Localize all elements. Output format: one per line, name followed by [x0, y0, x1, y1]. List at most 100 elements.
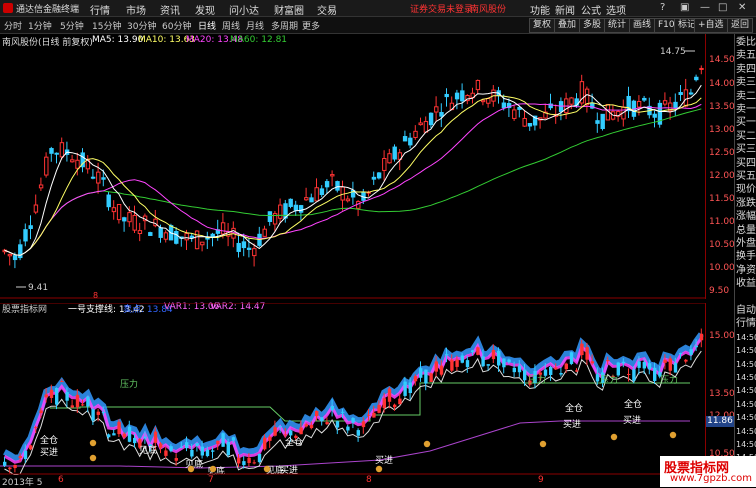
menu-market[interactable]: 市场	[126, 2, 146, 17]
indicator-candle-body	[642, 361, 646, 369]
indicator-candle-body	[450, 359, 454, 371]
period-tab-15min[interactable]: 15分钟	[92, 19, 121, 32]
candle-body	[673, 101, 678, 109]
money-bag-icon	[187, 465, 195, 473]
money-bag-icon	[423, 440, 431, 448]
full-position-label: 全仓	[285, 436, 303, 448]
indicator-candle-body	[689, 349, 693, 355]
candle-body	[132, 214, 137, 231]
indicator-candle-body	[476, 347, 480, 355]
money-bag-icon	[263, 465, 271, 473]
candle-body	[59, 142, 65, 158]
sidebar-label: 收益	[736, 278, 756, 290]
sidebar-label: 买二	[736, 130, 756, 142]
menu-options[interactable]: 选项	[606, 2, 626, 17]
indicator-candle-body	[263, 437, 267, 450]
candle-body	[688, 92, 694, 95]
y-tick: 9.50	[709, 286, 730, 296]
candle-body	[184, 233, 189, 241]
add-favorite-button[interactable]: +自选	[694, 18, 728, 33]
statistics-button[interactable]: 统计	[604, 18, 631, 33]
multi-stock-button[interactable]: 多股	[579, 18, 606, 33]
menu-market-quotes[interactable]: 行情	[90, 2, 110, 17]
candle-body	[636, 101, 642, 108]
sidebar-label: 自动	[736, 305, 756, 316]
indicator-candle-body	[679, 353, 683, 355]
watermark: 股票指标网 www.7gpzb.com	[660, 456, 756, 487]
indicator-candle-body	[55, 388, 59, 405]
period-tab-intraday[interactable]: 分时	[4, 19, 22, 32]
period-tab-5min[interactable]: 5分钟	[60, 19, 84, 32]
menu-functions[interactable]: 功能	[530, 2, 550, 17]
login-notice[interactable]: 证券交易未登录	[410, 2, 473, 15]
candle-body	[148, 232, 153, 236]
overlay-button[interactable]: 叠加	[554, 18, 581, 33]
indicator-candle-body	[143, 436, 147, 439]
menu-trade[interactable]: 交易	[317, 2, 337, 17]
indicator-candle-body	[564, 363, 568, 370]
indicator-candle-body	[117, 421, 121, 435]
indicator-candle-body	[216, 440, 220, 445]
indicator-candle-body	[627, 373, 631, 375]
candle-body	[642, 97, 647, 101]
candlestick-chart[interactable]: 14.75 9.41 8	[0, 34, 705, 299]
menu-formula[interactable]: 公式	[581, 2, 601, 17]
candle-body	[246, 247, 252, 250]
candle-body	[454, 92, 460, 100]
minimize-icon[interactable]: —	[700, 2, 710, 13]
indicator-candle-body	[127, 426, 132, 442]
period-tab-30min[interactable]: 30分钟	[127, 19, 156, 32]
help-icon[interactable]: ?	[660, 2, 665, 13]
draw-line-button[interactable]: 画线	[629, 18, 656, 33]
candle-body	[434, 106, 439, 113]
indicator-candle-body	[663, 359, 667, 363]
indicator-candle-body	[3, 461, 7, 466]
sidebar-label: 卖二	[736, 90, 756, 102]
indicator-chart[interactable]: 压力 压力 压力 压力全仓 全仓全仓 全仓买进买进买进买进 买进见底见底见底 见底	[0, 303, 705, 475]
y-tick: 10.50	[709, 240, 735, 250]
period-tab-60min[interactable]: 60分钟	[162, 19, 191, 32]
indicator-candle-body	[585, 347, 589, 360]
indicator-candle-body	[252, 462, 256, 464]
candle-body	[210, 233, 215, 238]
indicator-candle-body	[471, 350, 475, 353]
back-button[interactable]: 返回	[727, 18, 754, 33]
period-tab-daily[interactable]: 日线	[198, 19, 216, 32]
period-marker: 8	[93, 291, 98, 299]
menu-ask[interactable]: 问小达	[229, 2, 259, 17]
adjust-button[interactable]: 复权	[529, 18, 556, 33]
indicator-candle-body	[517, 365, 522, 373]
period-tab-1min[interactable]: 1分钟	[28, 19, 52, 32]
candle-body	[158, 227, 163, 238]
indicator-candle-body	[595, 374, 600, 382]
sidebar-label: 14:50	[736, 426, 756, 436]
close-icon[interactable]: ✕	[738, 2, 746, 13]
indicator-candle-body	[133, 437, 137, 444]
menu-news[interactable]: 资讯	[160, 2, 180, 17]
candle-body	[371, 176, 377, 180]
y-tick: 11.00	[709, 217, 735, 227]
menu-wealth[interactable]: 财富圈	[274, 2, 304, 17]
indicator-candle-body	[419, 368, 423, 378]
money-bag-icon	[539, 440, 547, 448]
indicator-candle-body	[434, 361, 438, 372]
money-bag-icon	[209, 465, 217, 473]
candle-body	[460, 90, 465, 102]
indicator-candle-body	[122, 433, 126, 438]
menu-news-right[interactable]: 新闻	[555, 2, 575, 17]
menu-discover[interactable]: 发现	[195, 2, 215, 17]
indicator-candle-body	[75, 394, 80, 408]
indicator-candle-body	[226, 442, 230, 456]
maximize-icon[interactable]: □	[718, 2, 727, 13]
skin-icon[interactable]: ▣	[680, 2, 689, 13]
period-tab-multi[interactable]: 多周期	[271, 19, 298, 32]
buy-label: 买进	[375, 455, 393, 466]
high-price-label: 14.75	[660, 47, 686, 57]
period-tab-monthly[interactable]: 月线	[246, 19, 264, 32]
period-tab-weekly[interactable]: 周线	[222, 19, 240, 32]
indicator-candle-body	[320, 417, 324, 422]
indicator-candle-body	[694, 345, 698, 348]
buy-label: 买进	[40, 447, 58, 458]
candle-body	[12, 255, 18, 261]
period-tab-more[interactable]: 更多	[302, 19, 320, 32]
